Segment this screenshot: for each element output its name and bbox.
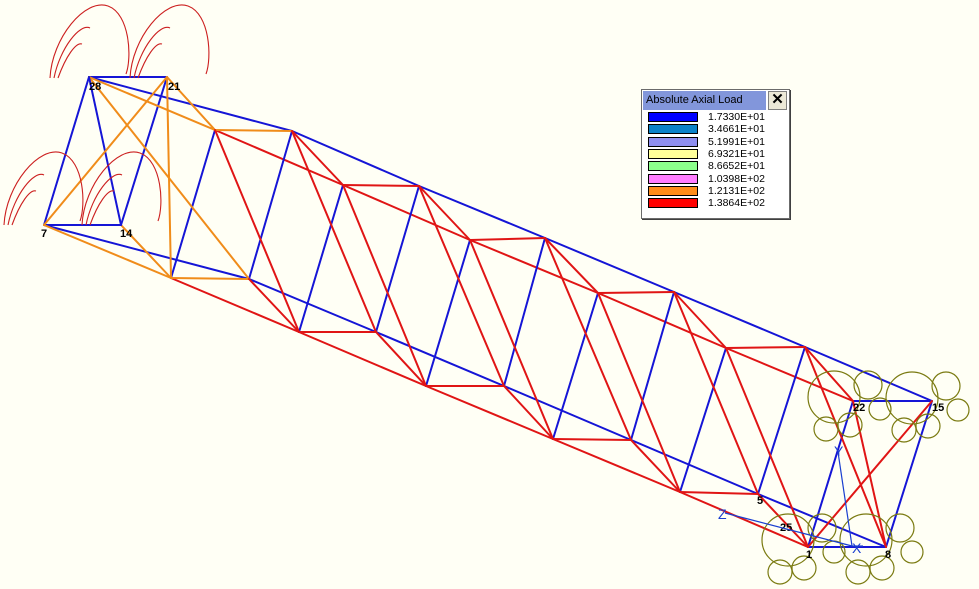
truss-member[interactable] [342,184,420,187]
truss-member[interactable] [43,76,90,226]
truss-member[interactable] [170,129,216,279]
truss-member[interactable] [291,130,344,186]
roller-support-icon [767,559,793,585]
legend-swatch [648,136,698,147]
roller-support-icon [915,413,941,439]
legend-swatch [648,124,698,135]
curved-load-arrow-icon [49,4,130,79]
legend-entry: 3.4661E+01 [648,123,765,135]
truss-member[interactable] [248,278,300,333]
node-label-15: 15 [932,402,944,414]
roller-support-icon [845,559,871,585]
truss-member[interactable] [630,439,681,493]
truss-member[interactable] [43,224,172,279]
truss-member[interactable] [425,239,471,387]
legend-value: 5.1991E+01 [708,135,765,148]
truss-member[interactable] [418,185,471,241]
legend-value: 1.3864E+02 [708,197,765,210]
truss-member[interactable] [679,491,759,495]
legend-entry: 6.9321E+01 [648,148,765,160]
truss-member[interactable] [597,291,675,294]
roller-support-icon [885,371,939,425]
roller-support-icon [853,370,883,400]
truss-member[interactable] [170,277,250,280]
curved-load-arrow-icon [129,4,210,79]
truss-member[interactable] [544,237,599,294]
truss-member[interactable] [375,331,427,387]
axial-load-legend-window[interactable]: Absolute Axial Load ✕ 1.7330E+01 3.4661E+… [641,89,790,219]
node-label-28: 28 [89,81,101,93]
axis-label-x: X [852,540,862,556]
legend-value: 1.2131E+02 [708,184,765,197]
roller-support-icon [891,417,917,443]
node-label-1: 1 [806,549,812,561]
legend-entry: 1.2131E+02 [648,185,765,197]
roller-support-icon [931,371,961,401]
roller-support-icon [946,398,970,422]
node-label-8: 8 [885,549,891,561]
curved-load-arrow-icon [81,151,162,226]
legend-swatch [648,198,698,209]
truss-member[interactable] [552,438,632,441]
truss-member[interactable] [852,400,887,548]
truss-member[interactable] [214,129,293,132]
axis-label-z: Z [718,506,727,522]
truss-member[interactable] [630,291,675,441]
legend-title[interactable]: Absolute Axial Load [643,91,766,110]
legend-swatch [648,173,698,184]
legend-value: 8.6652E+01 [708,160,765,173]
legend-swatch [648,161,698,172]
legend-value: 1.0398E+02 [708,172,765,185]
legend-close-button[interactable]: ✕ [768,91,787,110]
legend-value: 1.7330E+01 [708,111,765,124]
legend-entry: 1.0398E+02 [648,172,765,185]
truss-member[interactable] [885,400,933,548]
legend-value: 3.4661E+01 [708,123,765,136]
node-label-5: 5 [757,495,763,507]
legend-entry: 1.7330E+01 [648,111,765,123]
truss-member[interactable] [503,237,546,387]
legend-value: 6.9321E+01 [708,148,765,161]
truss-member[interactable] [673,291,727,349]
truss-viewport[interactable]: 28 21 7 14 22 15 5 25 1 8 Z X Y [0,0,979,589]
node-label-22: 22 [853,402,865,414]
truss-member[interactable] [503,385,554,440]
legend-swatch [648,185,698,196]
legend-entry: 1.3864E+02 [648,197,765,209]
node-label-14: 14 [120,228,133,240]
truss-member[interactable] [725,346,806,349]
roller-support-icon [813,416,839,442]
legend-entry: 8.6652E+01 [648,160,765,172]
legend-swatch [648,112,698,123]
truss-member[interactable] [757,346,806,495]
curved-load-arrow-icon [3,151,84,226]
roller-support-icon [900,540,924,564]
legend-swatch [648,149,698,160]
node-label-21: 21 [168,81,180,93]
roller-support-icon [791,555,817,581]
legend-entry: 5.1991E+01 [648,136,765,148]
node-labels: 28 21 7 14 22 15 5 25 1 8 Z X Y [41,81,944,561]
roller-support-icon [885,513,915,543]
truss-member[interactable] [757,493,809,548]
roller-support-icon [822,540,846,564]
legend-entries: 1.7330E+01 3.4661E+01 5.1991E+01 6.9321E+01… [648,111,765,209]
truss-member[interactable] [469,237,546,241]
close-icon: ✕ [771,91,784,108]
truss-members [43,76,933,548]
node-label-7: 7 [41,228,47,240]
